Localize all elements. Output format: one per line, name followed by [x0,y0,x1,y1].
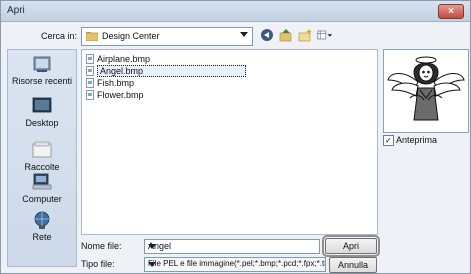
libraries-icon [32,141,52,158]
lookin-label: Cerca in: [40,31,77,41]
filename-input[interactable]: Angel [144,239,320,254]
lookin-value: Design Center [102,31,160,41]
place-label: Computer [22,194,62,204]
place-libraries[interactable]: Raccolte [8,140,76,172]
place-network[interactable]: Rete [8,210,76,242]
back-icon[interactable] [259,28,275,42]
lookin-combo[interactable]: Design Center [81,27,253,46]
filetype-label: Tipo file: [81,259,115,269]
file-name: Angel.bmp [97,65,246,77]
title-bar[interactable]: Apri × [1,1,470,22]
file-name: Fish.bmp [97,78,135,88]
place-label: Rete [32,232,52,242]
filetype-select[interactable]: File PEL e file immagine(*.pel;*.bmp;*.p… [144,257,326,272]
place-label: Risorse recenti [11,76,73,86]
network-icon [34,211,50,229]
place-recent[interactable]: Risorse recenti [8,54,76,86]
chevron-down-icon[interactable] [148,262,156,267]
preview-pane [383,49,469,133]
cancel-button[interactable]: Annulla [329,257,377,273]
new-folder-icon[interactable] [297,28,313,42]
file-name: Flower.bmp [97,90,144,100]
places-bar: Risorse recenti Desktop Raccolte Compute… [7,49,77,267]
folder-icon [86,32,98,41]
place-label: Raccolte [24,162,60,172]
views-menu-icon[interactable] [317,28,333,42]
angel-preview-image [387,56,465,121]
filetype-value: File PEL e file immagine(*.pel;*.bmp;*.p… [148,259,326,268]
recent-icon [33,56,51,72]
bitmap-file-icon [86,66,94,76]
file-name: Airplane.bmp [97,54,151,64]
bitmap-file-icon [86,78,94,88]
preview-checkbox-label: Anteprima [396,135,438,145]
filename-label: Nome file: [81,241,122,251]
open-button[interactable]: Apri [322,235,380,257]
bitmap-file-icon [86,54,94,64]
place-desktop[interactable]: Desktop [8,96,76,128]
toolbar: Cerca in: Design Center [1,25,470,49]
computer-icon [32,173,52,190]
desktop-icon [32,97,52,113]
chevron-down-icon[interactable] [240,32,248,37]
up-folder-icon[interactable] [278,28,294,42]
checkbox[interactable]: ✓ [383,135,394,146]
place-computer[interactable]: Computer [8,172,76,204]
close-icon: × [448,6,454,17]
bitmap-file-icon [86,90,94,100]
chevron-down-icon[interactable] [148,244,156,249]
file-list[interactable]: Airplane.bmp Angel.bmp Fish.bmp Flower.b… [81,49,378,235]
place-label: Desktop [25,118,59,128]
check-icon: ✓ [385,136,392,145]
dialog-title: Apri [7,5,25,16]
close-button[interactable]: × [438,4,464,19]
open-dialog: Apri × Cerca in: Design Center Risorse r… [0,0,471,274]
